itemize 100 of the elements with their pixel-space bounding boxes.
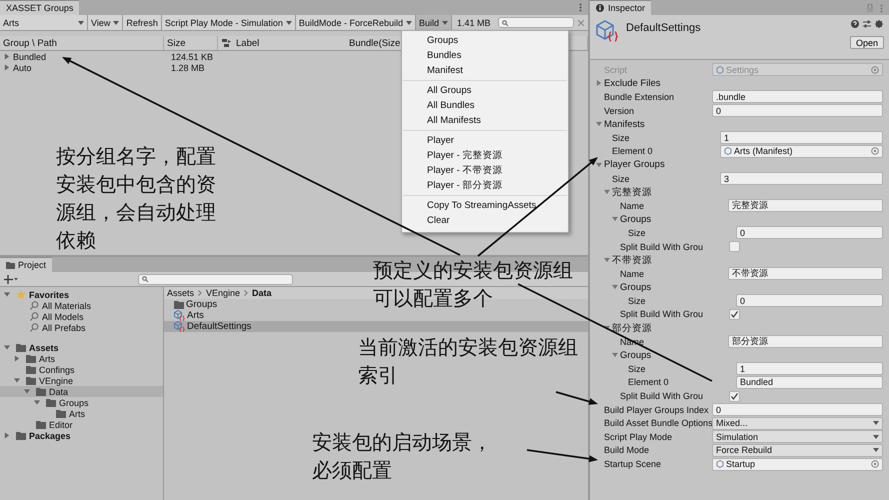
tree-row[interactable]: Groups bbox=[0, 397, 163, 408]
search-field[interactable] bbox=[498, 17, 574, 28]
expand-arrow-icon[interactable] bbox=[4, 432, 10, 439]
toolbar-dropdown[interactable]: View bbox=[88, 15, 124, 30]
checkbox[interactable] bbox=[729, 390, 740, 402]
text-field[interactable]: 0 bbox=[736, 226, 883, 240]
menu-item[interactable]: Player bbox=[402, 133, 568, 148]
expand-arrow-icon[interactable] bbox=[24, 388, 30, 395]
column-header[interactable]: Label bbox=[233, 36, 346, 50]
text-field[interactable]: 不带资源 bbox=[728, 267, 883, 280]
tree-row[interactable]: Editor bbox=[0, 419, 163, 430]
object-picker-icon[interactable] bbox=[871, 460, 879, 468]
property-label: Player Groups bbox=[604, 159, 665, 170]
menu-item[interactable]: Copy To StreamingAssets bbox=[402, 198, 568, 213]
dropdown-field[interactable]: Force Rebuild bbox=[712, 444, 883, 457]
toolbar-dropdown[interactable]: Build bbox=[416, 15, 452, 30]
toolbar-dropdown[interactable]: Script Play Mode - Simulation bbox=[162, 15, 296, 30]
expand-arrow-icon[interactable] bbox=[4, 53, 10, 60]
expand-arrow-icon[interactable] bbox=[4, 291, 10, 298]
tree-row[interactable]: VEngine bbox=[0, 375, 163, 386]
file-row[interactable]: DefaultSettings bbox=[164, 321, 588, 332]
breadcrumb-link[interactable]: VEngine bbox=[206, 288, 240, 298]
tree-label: Assets bbox=[29, 342, 59, 352]
object-field[interactable]: Startup bbox=[712, 458, 883, 471]
expand-arrow-icon[interactable] bbox=[4, 64, 10, 71]
toolbar-dropdown[interactable]: BuildMode - ForceRebuild bbox=[296, 15, 416, 30]
text-field[interactable]: 部分资源 bbox=[728, 335, 883, 348]
asset-icon bbox=[716, 66, 724, 74]
object-value: Settings bbox=[726, 64, 760, 75]
breadcrumb-link[interactable]: Assets bbox=[167, 288, 194, 298]
search-field[interactable] bbox=[138, 274, 293, 284]
dropdown-field[interactable]: Simulation bbox=[712, 430, 883, 444]
column-header[interactable]: Size bbox=[164, 36, 218, 50]
chevron-icon bbox=[198, 290, 202, 296]
tree-item[interactable]: All Materials bbox=[42, 300, 92, 310]
menu-item[interactable]: Groups bbox=[402, 33, 568, 48]
text-field[interactable]: 完整资源 bbox=[728, 199, 883, 212]
tree-item[interactable]: All Models bbox=[42, 312, 84, 322]
menu-item[interactable]: Clear bbox=[402, 213, 568, 228]
object-field[interactable]: Arts (Manifest) bbox=[720, 144, 883, 158]
menu-item[interactable]: Bundles bbox=[402, 48, 568, 63]
menu-item[interactable]: All Bundles bbox=[402, 98, 568, 113]
menu-item[interactable]: Player - 完整资源 bbox=[402, 148, 568, 163]
menu-item[interactable]: Player - 部分资源 bbox=[402, 178, 568, 193]
lock-icon[interactable] bbox=[867, 4, 873, 12]
expand-arrow-icon[interactable] bbox=[34, 399, 40, 406]
object-picker-icon[interactable] bbox=[871, 147, 879, 156]
property-label: Groups bbox=[620, 214, 652, 225]
clear-icon[interactable] bbox=[578, 20, 584, 26]
group-name[interactable]: Auto bbox=[13, 62, 171, 72]
tree-row[interactable]: Confings bbox=[0, 364, 163, 375]
asset-title: DefaultSettings bbox=[626, 22, 701, 34]
dropdown-field[interactable]: Mixed... bbox=[712, 416, 883, 430]
annotation-text: 预定义的安装包资源组可以配置多个 bbox=[373, 257, 574, 312]
text-field[interactable]: 0 bbox=[712, 403, 883, 416]
text-field[interactable]: 3 bbox=[720, 172, 883, 186]
tree-item[interactable]: Favorites bbox=[29, 290, 70, 300]
search-icon bbox=[142, 276, 149, 282]
menu-item[interactable]: Player - 不带资源 bbox=[402, 163, 568, 178]
text-field[interactable]: Bundled bbox=[736, 376, 883, 389]
property-label: Size bbox=[628, 296, 646, 306]
text-field[interactable]: 0 bbox=[712, 104, 883, 118]
window-tab[interactable]: XASSET Groups bbox=[0, 0, 80, 15]
text-field[interactable]: .bundle bbox=[712, 90, 883, 104]
more-options-icon[interactable] bbox=[880, 4, 883, 13]
expand-arrow-icon[interactable] bbox=[4, 344, 10, 351]
group-name[interactable]: Bundled bbox=[13, 52, 171, 62]
sliders-icon[interactable] bbox=[863, 20, 871, 28]
menu-item[interactable]: All Groups bbox=[402, 83, 568, 98]
window-tab[interactable]: Project bbox=[0, 257, 52, 272]
caret-icon bbox=[873, 448, 879, 452]
text-field[interactable]: 0 bbox=[736, 294, 883, 308]
menu-item[interactable]: All Manifests bbox=[402, 113, 568, 128]
help-icon[interactable] bbox=[851, 20, 859, 28]
object-value: Arts (Manifest) bbox=[734, 146, 794, 156]
open-button[interactable]: Open bbox=[850, 36, 884, 49]
tree-row[interactable]: Arts bbox=[0, 353, 163, 364]
tree-row[interactable]: Data bbox=[0, 386, 163, 397]
expand-arrow-icon[interactable] bbox=[14, 355, 20, 362]
checkbox[interactable] bbox=[729, 241, 740, 252]
foldout-arrow-icon[interactable] bbox=[604, 325, 610, 332]
text-field[interactable]: 1 bbox=[720, 131, 883, 144]
toolbar-button[interactable]: Refresh bbox=[123, 15, 162, 30]
window-tab[interactable]: Inspector bbox=[590, 0, 652, 15]
column-header[interactable]: Group \ Path bbox=[0, 36, 164, 50]
settings-icon[interactable] bbox=[875, 20, 883, 28]
toolbar-dropdown[interactable]: Arts bbox=[0, 15, 88, 30]
tree-row[interactable]: Assets bbox=[0, 342, 163, 353]
tree-item[interactable]: All Prefabs bbox=[42, 322, 86, 332]
file-row[interactable]: Arts bbox=[164, 310, 588, 321]
total-size: 1.41 MB bbox=[456, 16, 492, 30]
text-field[interactable]: 1 bbox=[736, 362, 883, 376]
expand-arrow-icon[interactable] bbox=[14, 377, 20, 384]
add-menu-icon[interactable] bbox=[4, 274, 18, 284]
menu-item[interactable]: Manifest bbox=[402, 63, 568, 78]
tree-row[interactable]: Packages bbox=[0, 430, 163, 441]
more-options-icon[interactable] bbox=[579, 3, 582, 12]
checkbox[interactable] bbox=[729, 308, 740, 320]
breadcrumb-link[interactable]: Data bbox=[252, 288, 272, 298]
tree-row[interactable]: Arts bbox=[0, 408, 163, 419]
